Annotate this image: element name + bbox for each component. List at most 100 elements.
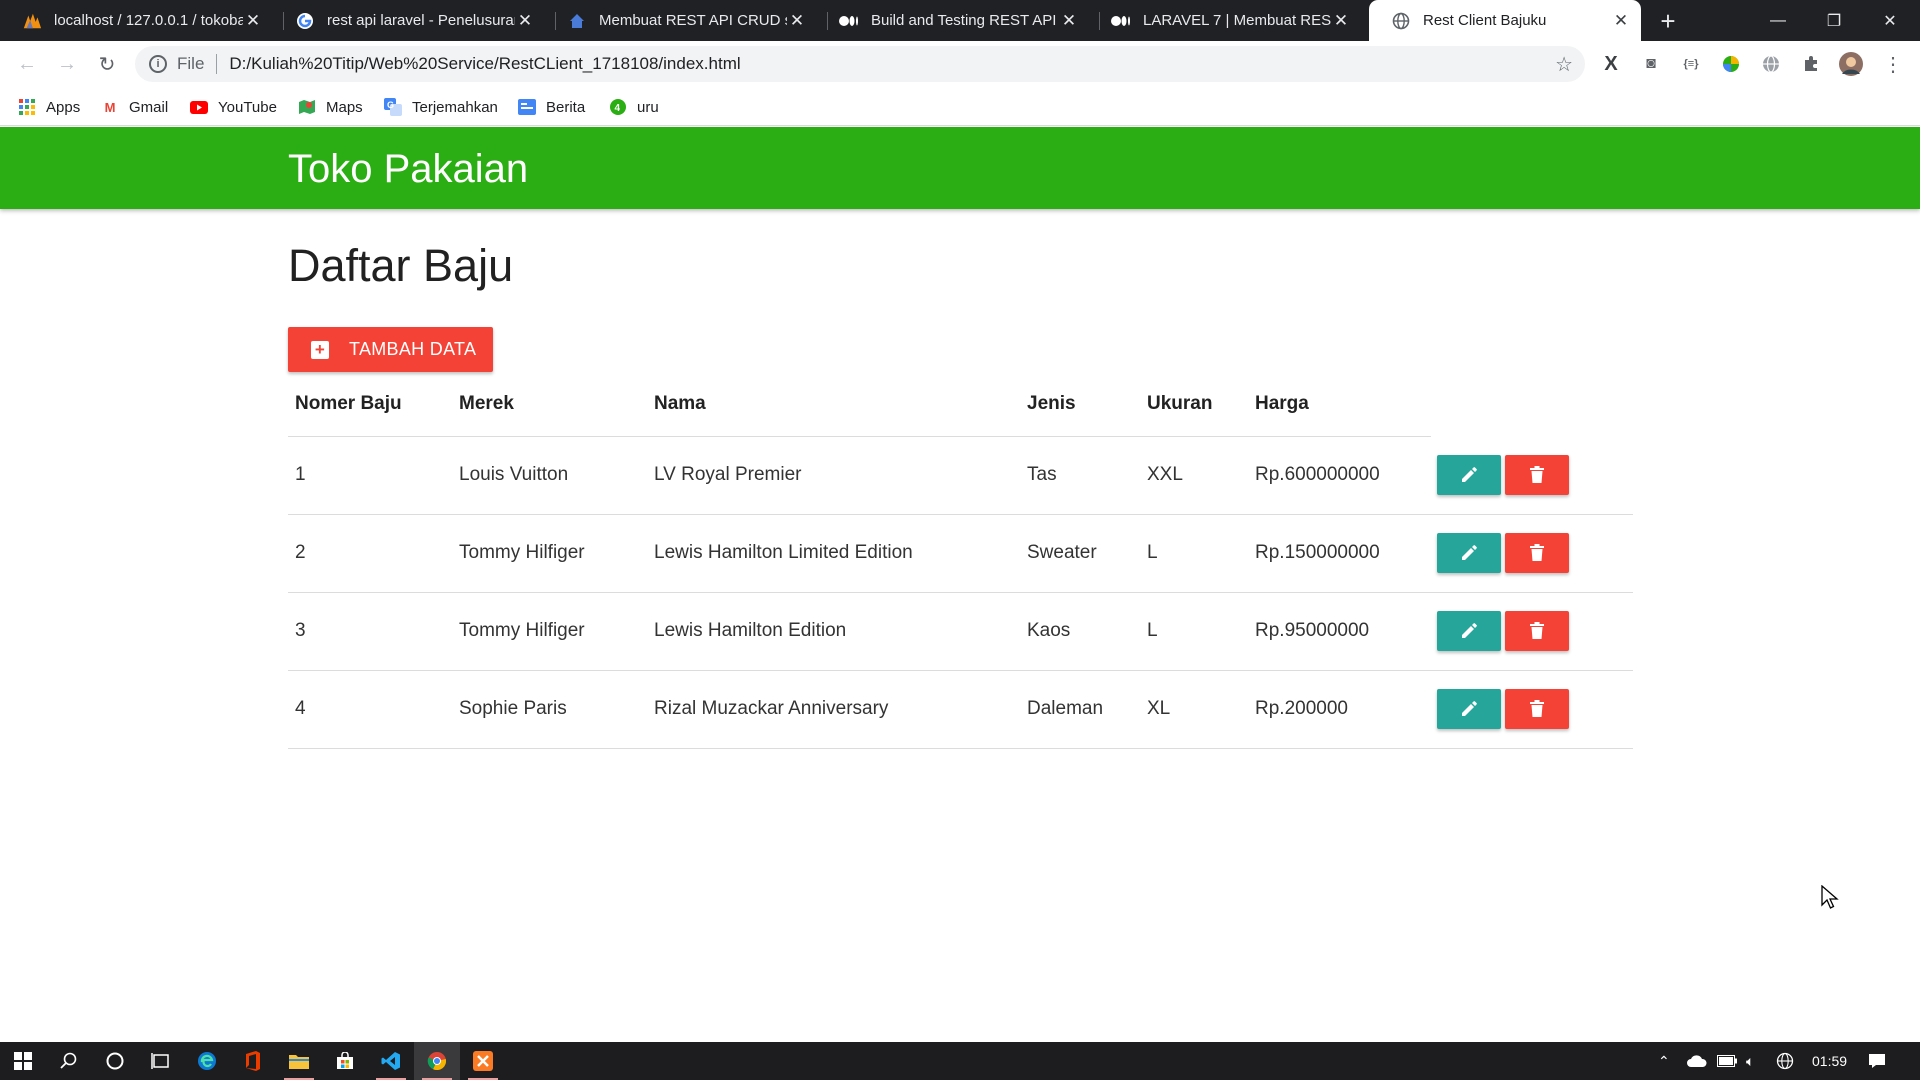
bookmark-gmail[interactable]: M Gmail xyxy=(101,95,169,119)
bookmark-uru[interactable]: 4 uru xyxy=(609,95,659,119)
tab-laravel-restful[interactable]: LARAVEL 7 | Membuat RESTful API ✕ xyxy=(1089,0,1361,41)
edit-button[interactable] xyxy=(1437,689,1501,729)
add-data-button[interactable]: + TAMBAH DATA xyxy=(288,327,493,372)
trash-icon xyxy=(1530,700,1544,717)
news-icon xyxy=(518,98,536,116)
brand-logo[interactable]: Toko Pakaian xyxy=(288,147,528,192)
windows-start-icon[interactable] xyxy=(0,1042,46,1080)
pencil-icon xyxy=(1462,623,1477,638)
close-tab-icon[interactable]: ✕ xyxy=(1611,11,1631,31)
profile-avatar[interactable] xyxy=(1838,51,1864,77)
bookmark-maps[interactable]: Maps xyxy=(298,95,363,119)
battery-icon[interactable] xyxy=(1717,1042,1737,1080)
tab-build-testing[interactable]: Build and Testing REST API dengan ✕ xyxy=(817,0,1089,41)
tab-rest-api-crud[interactable]: Membuat REST API CRUD sederhana ✕ xyxy=(545,0,817,41)
column-header-nama: Nama xyxy=(654,393,706,414)
restore-window-icon[interactable]: ❐ xyxy=(1806,0,1862,41)
cell-nama: Lewis Hamilton Edition xyxy=(654,620,847,641)
url-text[interactable]: D:/Kuliah%20Titip/Web%20Service/RestCLie… xyxy=(229,54,740,74)
edit-button[interactable] xyxy=(1437,533,1501,573)
column-header-jenis: Jenis xyxy=(1027,393,1076,414)
tab-google-search[interactable]: rest api laravel - Penelusuran Google ✕ xyxy=(273,0,545,41)
tab-title: LARAVEL 7 | Membuat RESTful API xyxy=(1143,12,1331,29)
task-view-icon[interactable] xyxy=(138,1042,184,1080)
color-extension-icon[interactable] xyxy=(1718,51,1744,77)
medium-icon xyxy=(1111,11,1131,31)
xampp-icon[interactable] xyxy=(460,1042,506,1080)
volume-icon[interactable]: 🔈︎ xyxy=(1746,1042,1754,1080)
tab-title: Membuat REST API CRUD sederhana xyxy=(599,12,787,29)
tab-rest-client-bajuku[interactable]: Rest Client Bajuku ✕ xyxy=(1369,0,1641,41)
clock[interactable]: 01:59 xyxy=(1812,1042,1847,1080)
edge-browser-icon[interactable] xyxy=(184,1042,230,1080)
column-header-harga: Harga xyxy=(1255,393,1309,414)
reload-icon[interactable]: ↻ xyxy=(92,49,122,79)
table-row: 3 Tommy Hilfiger Lewis Hamilton Edition … xyxy=(288,593,1633,671)
cell-ukuran: XL xyxy=(1147,698,1171,719)
page-title: Daftar Baju xyxy=(288,240,514,291)
address-bar[interactable]: i File D:/Kuliah%20Titip/Web%20Service/R… xyxy=(135,46,1585,82)
cell-harga: Rp.95000000 xyxy=(1255,620,1370,641)
bookmark-star-icon[interactable]: ☆ xyxy=(1555,52,1573,77)
pencil-icon xyxy=(1462,701,1477,716)
cell-jenis: Kaos xyxy=(1027,620,1071,641)
close-window-icon[interactable]: ✕ xyxy=(1862,0,1918,41)
bookmark-youtube[interactable]: YouTube xyxy=(190,95,277,119)
translate-icon: G xyxy=(384,98,402,116)
show-hidden-icons-chevron-icon[interactable]: ⌃ xyxy=(1658,1042,1670,1080)
onedrive-icon[interactable] xyxy=(1686,1042,1708,1080)
json-extension-icon[interactable]: {≡} xyxy=(1678,51,1704,77)
cell-nomer: 4 xyxy=(295,698,306,719)
close-tab-icon[interactable]: ✕ xyxy=(1059,11,1079,31)
minimize-window-icon[interactable]: — xyxy=(1750,0,1806,41)
close-tab-icon[interactable]: ✕ xyxy=(1331,11,1351,31)
language-globe-icon[interactable] xyxy=(1776,1042,1794,1080)
vpn-globe-icon[interactable] xyxy=(1758,51,1784,77)
bookmark-berita[interactable]: Berita xyxy=(518,95,585,119)
bookmark-label: YouTube xyxy=(218,98,277,116)
delete-button[interactable] xyxy=(1505,611,1569,651)
cell-nomer: 1 xyxy=(295,464,306,485)
trash-icon xyxy=(1530,466,1544,483)
menu-kebab-icon[interactable]: ⋮ xyxy=(1880,51,1906,77)
camera-extension-icon[interactable]: ◙ xyxy=(1638,51,1664,77)
delete-button[interactable] xyxy=(1505,455,1569,495)
cell-merek: Sophie Paris xyxy=(459,698,567,719)
delete-button[interactable] xyxy=(1505,533,1569,573)
bookmark-label: Terjemahkan xyxy=(412,98,498,116)
new-tab-button[interactable]: + xyxy=(1653,6,1683,36)
tab-phpmyadmin[interactable]: localhost / 127.0.0.1 / tokobaju ✕ xyxy=(0,0,273,41)
trash-icon xyxy=(1530,622,1544,639)
tab-title: localhost / 127.0.0.1 / tokobaju xyxy=(54,12,243,29)
trash-icon xyxy=(1530,544,1544,561)
extensions-puzzle-icon[interactable] xyxy=(1798,51,1824,77)
add-data-label: TAMBAH DATA xyxy=(349,339,477,359)
bookmark-terjemahkan[interactable]: G Terjemahkan xyxy=(384,95,498,119)
edit-button[interactable] xyxy=(1437,611,1501,651)
forward-arrow-icon[interactable]: → xyxy=(52,49,82,79)
tab-strip: localhost / 127.0.0.1 / tokobaju ✕ rest … xyxy=(0,0,1920,41)
cell-nomer: 2 xyxy=(295,542,306,563)
office-icon[interactable] xyxy=(230,1042,276,1080)
cell-jenis: Daleman xyxy=(1027,698,1104,719)
vscode-icon[interactable] xyxy=(368,1042,414,1080)
svg-text:4: 4 xyxy=(615,103,621,114)
action-center-icon[interactable] xyxy=(1868,1042,1886,1080)
chrome-icon[interactable] xyxy=(414,1042,460,1080)
cell-harga: Rp.150000000 xyxy=(1255,542,1380,563)
x-extension-icon[interactable]: X xyxy=(1598,51,1624,77)
close-tab-icon[interactable]: ✕ xyxy=(787,11,807,31)
edit-button[interactable] xyxy=(1437,455,1501,495)
close-tab-icon[interactable]: ✕ xyxy=(243,11,263,31)
site-info-icon[interactable]: i xyxy=(149,55,167,73)
close-tab-icon[interactable]: ✕ xyxy=(515,11,535,31)
bookmark-apps[interactable]: Apps xyxy=(18,95,80,119)
delete-button[interactable] xyxy=(1505,689,1569,729)
cortana-icon[interactable] xyxy=(92,1042,138,1080)
column-header-ukuran: Ukuran xyxy=(1147,393,1213,414)
file-explorer-icon[interactable] xyxy=(276,1042,322,1080)
globe-icon xyxy=(1391,11,1411,31)
store-icon[interactable] xyxy=(322,1042,368,1080)
back-arrow-icon[interactable]: ← xyxy=(12,49,42,79)
search-icon[interactable] xyxy=(46,1042,92,1080)
